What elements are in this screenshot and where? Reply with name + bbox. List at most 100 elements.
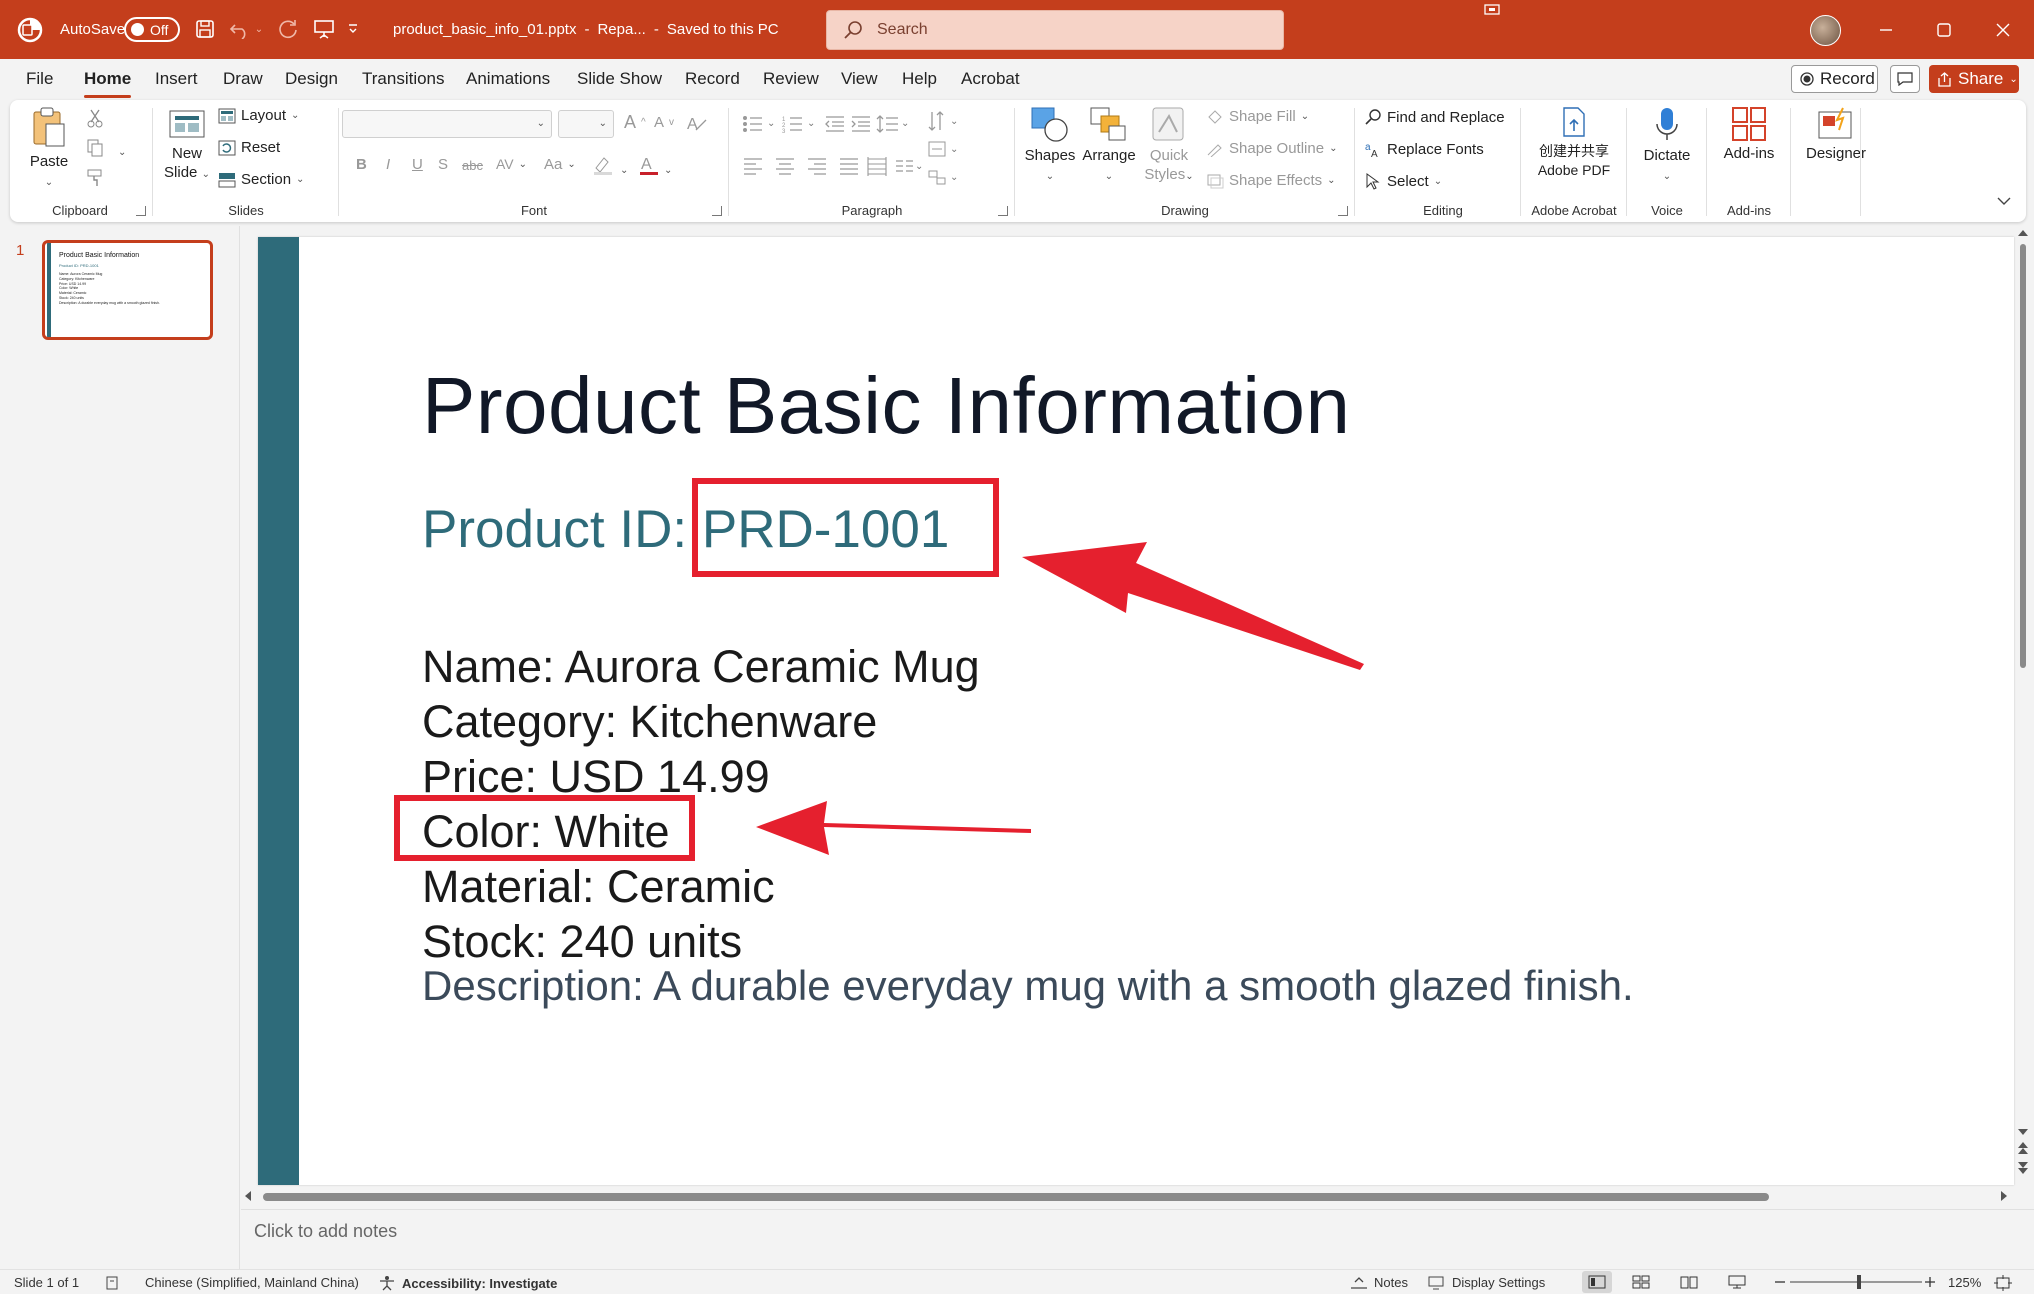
redo-icon[interactable]	[274, 15, 302, 43]
tab-acrobat[interactable]: Acrobat	[961, 69, 1020, 89]
align-left-icon[interactable]	[742, 156, 764, 181]
underline-button[interactable]: U	[412, 156, 423, 173]
tab-file[interactable]: File	[26, 69, 53, 89]
clipboard-launcher-icon[interactable]	[136, 206, 146, 216]
shape-effects-button[interactable]: Shape Effects ⌄	[1206, 172, 1336, 189]
decrease-indent-icon[interactable]	[824, 114, 846, 139]
doc-status-short[interactable]: Repa...	[597, 21, 645, 38]
tab-view[interactable]: View	[841, 69, 878, 89]
find-replace-button[interactable]: Find and Replace	[1364, 108, 1505, 126]
numbering-icon[interactable]: 1 2 3 ⌄	[782, 114, 816, 139]
zoom-in-icon[interactable]	[1924, 1275, 1936, 1289]
chevron-down-icon[interactable]: ⌄	[664, 160, 672, 178]
cut-icon[interactable]	[86, 108, 104, 133]
justify-icon[interactable]	[838, 156, 860, 181]
shapes-button[interactable]: Shapes ⌄	[1024, 106, 1076, 186]
highlight-icon[interactable]	[592, 154, 616, 181]
tab-animations[interactable]: Animations	[466, 69, 550, 89]
minimize-icon[interactable]	[1869, 13, 1903, 47]
align-right-icon[interactable]	[806, 156, 828, 181]
strikethrough-button[interactable]: abc	[462, 158, 483, 173]
collapse-ribbon-icon[interactable]	[1996, 194, 2012, 212]
powerpoint-logo-icon[interactable]	[14, 14, 46, 46]
paste-button[interactable]: Paste ⌄	[24, 106, 74, 192]
notes-toggle[interactable]: Notes	[1350, 1275, 1408, 1290]
language-status[interactable]: Chinese (Simplified, Mainland China)	[145, 1275, 359, 1290]
slide-canvas[interactable]: Product Basic Information Product ID: PR…	[258, 237, 2014, 1185]
create-pdf-button[interactable]: 创建并共享 Adobe PDF	[1528, 106, 1620, 180]
section-button[interactable]: Section ⌄	[218, 171, 304, 188]
tab-slide-show[interactable]: Slide Show	[577, 69, 662, 89]
record-button[interactable]: Record	[1791, 65, 1878, 93]
maximize-icon[interactable]	[1927, 13, 1961, 47]
zoom-out-icon[interactable]	[1774, 1275, 1786, 1289]
undo-icon[interactable]	[226, 15, 254, 43]
chevron-down-icon[interactable]: ⌄	[620, 160, 628, 178]
paragraph-launcher-icon[interactable]	[998, 206, 1008, 216]
display-settings[interactable]: Display Settings	[1428, 1275, 1545, 1290]
accessibility-status[interactable]: Accessibility: Investigate	[378, 1275, 557, 1291]
tab-design[interactable]: Design	[285, 69, 338, 89]
font-size-combo[interactable]: ⌄	[558, 110, 614, 138]
slide-count[interactable]: Slide 1 of 1	[14, 1275, 79, 1290]
saved-status[interactable]: Saved to this PC	[667, 21, 779, 38]
zoom-slider-thumb[interactable]	[1856, 1275, 1861, 1289]
shape-outline-button[interactable]: Shape Outline ⌄	[1206, 140, 1337, 157]
font-color-icon[interactable]: A	[638, 154, 660, 181]
quick-styles-button[interactable]: Quick Styles⌄	[1144, 106, 1194, 186]
reset-button[interactable]: Reset	[218, 139, 280, 156]
tab-draw[interactable]: Draw	[223, 69, 263, 89]
tab-transitions[interactable]: Transitions	[362, 69, 445, 89]
autosave-toggle[interactable]: Off	[124, 17, 180, 42]
spell-check-icon[interactable]	[104, 1275, 122, 1291]
notes-pane[interactable]: Click to add notes	[241, 1209, 2034, 1269]
present-icon[interactable]	[310, 15, 338, 43]
character-spacing-button[interactable]: AV ⌄	[496, 156, 527, 172]
tab-home[interactable]: Home	[84, 69, 132, 98]
new-slide-button[interactable]: New Slide ⌄	[162, 106, 212, 184]
shrink-font-button[interactable]: Av	[654, 114, 674, 131]
change-case-button[interactable]: Aa ⌄	[544, 156, 576, 173]
tab-insert[interactable]: Insert	[155, 69, 198, 89]
bold-button[interactable]: B	[356, 156, 367, 173]
line-spacing-icon[interactable]: ⌄	[876, 114, 910, 139]
zoom-slider[interactable]	[1790, 1275, 1922, 1289]
reading-view-icon[interactable]	[1680, 1275, 1698, 1289]
comments-button[interactable]	[1890, 65, 1920, 93]
layout-button[interactable]: Layout ⌄	[218, 107, 299, 124]
copy-icon[interactable]	[86, 138, 104, 163]
grow-font-button[interactable]: A ^	[624, 112, 646, 133]
designer-button[interactable]: Designer	[1798, 106, 1874, 163]
save-icon[interactable]	[191, 15, 219, 43]
text-direction-icon[interactable]: ⌄	[928, 110, 962, 139]
arrange-button[interactable]: Arrange ⌄	[1080, 106, 1138, 186]
chevron-down-icon[interactable]: ⌄	[118, 142, 126, 160]
customize-toolbar-icon[interactable]	[344, 15, 362, 43]
addins-button[interactable]: Add-ins	[1714, 106, 1784, 163]
normal-view-icon[interactable]	[1582, 1271, 1612, 1293]
shadow-button[interactable]: S	[438, 156, 448, 173]
fit-to-window-icon[interactable]	[1994, 1275, 2012, 1291]
italic-button[interactable]: I	[386, 156, 390, 173]
close-icon[interactable]	[1986, 13, 2020, 47]
slide-thumbnail[interactable]: Product Basic Information Product ID: PR…	[42, 240, 213, 340]
align-text-icon[interactable]: ⌄	[928, 140, 962, 165]
dictate-button[interactable]: Dictate ⌄	[1634, 106, 1700, 186]
undo-dropdown-icon[interactable]: ⌄	[252, 15, 266, 43]
tab-review[interactable]: Review	[763, 69, 819, 89]
drawing-launcher-icon[interactable]	[1338, 206, 1348, 216]
slide-sorter-icon[interactable]	[1632, 1275, 1650, 1289]
font-name-combo[interactable]: ⌄	[342, 110, 552, 138]
avatar[interactable]	[1810, 15, 1841, 46]
horizontal-scrollbar[interactable]	[241, 1185, 2012, 1207]
share-button[interactable]: Share ⌄	[1929, 65, 2019, 93]
increase-indent-icon[interactable]	[850, 114, 872, 139]
columns-icon[interactable]: ⌄	[894, 158, 924, 181]
clear-formatting-icon[interactable]: A	[686, 114, 708, 139]
vertical-scrollbar[interactable]	[2012, 226, 2034, 1188]
tab-help[interactable]: Help	[902, 69, 937, 89]
font-launcher-icon[interactable]	[712, 206, 722, 216]
select-button[interactable]: Select ⌄	[1364, 172, 1442, 190]
smartart-icon[interactable]: ⌄	[928, 168, 962, 193]
tab-record[interactable]: Record	[685, 69, 740, 89]
